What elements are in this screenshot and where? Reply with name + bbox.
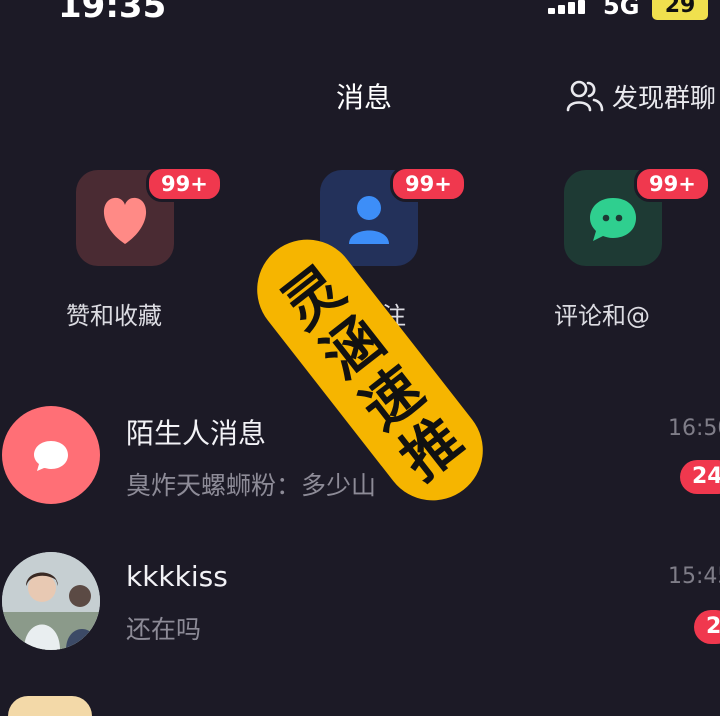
stranger-avatar xyxy=(2,406,100,504)
kkkkiss-preview: 还在吗 xyxy=(126,615,202,644)
kkkkiss-title: kkkkiss xyxy=(126,560,228,593)
profile-photo xyxy=(2,552,100,650)
stranger-time: 16:50 xyxy=(668,416,720,441)
follows-badge: 99+ xyxy=(390,166,467,202)
battery-indicator: 29 xyxy=(652,0,708,20)
kkkkiss-unread-badge: 2 xyxy=(694,610,720,644)
network-type: 5G xyxy=(603,0,640,20)
group-users-icon xyxy=(566,80,604,112)
page-title: 消息 xyxy=(336,81,393,114)
list-item-kkkkiss[interactable]: kkkkiss 还在吗 15:45 2 xyxy=(0,546,720,666)
next-avatar-partial xyxy=(8,696,92,716)
message-bubble-icon xyxy=(34,441,68,471)
status-time: 19:35 xyxy=(58,0,167,26)
kkkkiss-time: 15:45 xyxy=(668,564,720,589)
watermark-stamp: 灵 涵 速 推 xyxy=(255,210,485,530)
kkkkiss-avatar xyxy=(2,552,100,650)
signal-strength-icon xyxy=(548,0,592,14)
discover-label: 发现群聊 xyxy=(612,83,717,114)
stranger-unread-badge: 24 xyxy=(680,460,720,494)
comments-label: 评论和@ xyxy=(554,302,650,330)
stranger-title: 陌生人消息 xyxy=(126,417,267,450)
discover-group-chat-button[interactable]: 发现群聊 xyxy=(566,78,716,114)
likes-label: 赞和收藏 xyxy=(66,302,162,330)
comments-badge: 99+ xyxy=(634,166,711,202)
status-bar: 19:35 5G 29 xyxy=(0,0,720,28)
likes-badge: 99+ xyxy=(146,166,223,202)
